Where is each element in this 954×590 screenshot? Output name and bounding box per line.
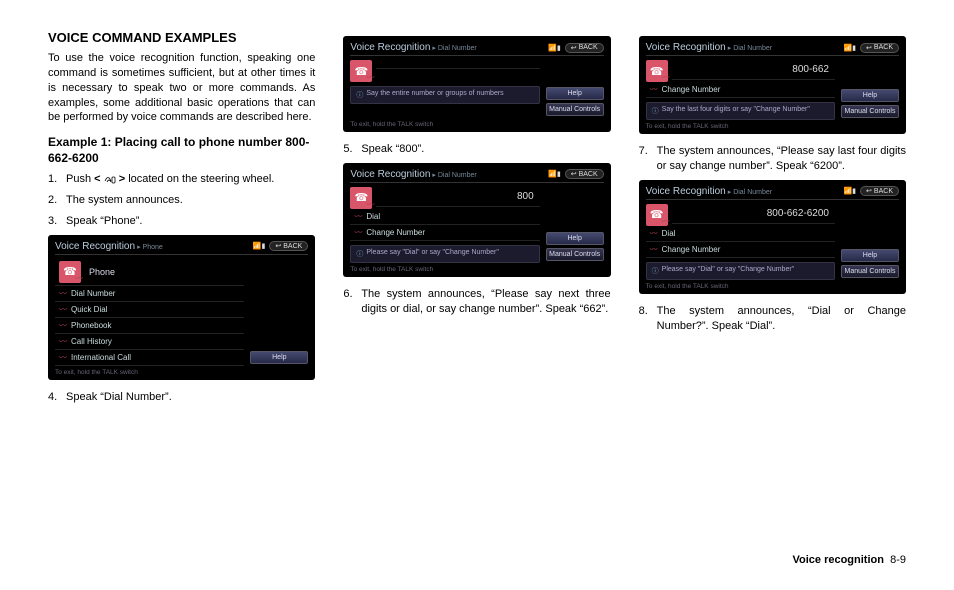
step-5: 5.Speak “800”. [343, 142, 610, 157]
voice-hint: ⓘSay the last four digits or say "Change… [646, 102, 835, 120]
back-button[interactable]: ↩BACK [860, 186, 899, 196]
intro-paragraph: To use the voice recognition function, s… [48, 51, 315, 125]
menu-item[interactable]: 〰Phonebook [55, 318, 244, 334]
phone-app-icon: ☎ [350, 187, 372, 209]
menu-item[interactable]: 〰Call History [55, 334, 244, 350]
help-button[interactable]: Help [546, 232, 604, 245]
voice-hint: ⓘSay the entire number or groups of numb… [350, 86, 539, 104]
back-button[interactable]: ↩BACK [860, 43, 899, 53]
number-display: 800 [376, 187, 539, 207]
manual-controls-button[interactable]: Manual Controls [841, 265, 899, 278]
step-1: 1. Push < > located on the steering whee… [48, 172, 315, 187]
phone-app-icon: ☎ [350, 60, 372, 82]
menu-item[interactable]: 〰Change Number [646, 82, 835, 98]
page-footer: Voice recognition 8-9 [792, 554, 906, 566]
help-button[interactable]: Help [841, 89, 899, 102]
help-button[interactable]: Help [841, 249, 899, 262]
phone-app-icon: ☎ [646, 204, 668, 226]
phone-app-icon: ☎ [646, 60, 668, 82]
menu-item[interactable]: 〰Dial [350, 209, 539, 225]
help-button[interactable]: Help [546, 87, 604, 100]
menu-item[interactable]: 〰Change Number [646, 242, 835, 258]
voice-hint: ⓘPlease say "Dial" or say "Change Number… [350, 245, 539, 263]
step-8: 8.The system announces, “Dial or Change … [639, 304, 906, 334]
manual-controls-button[interactable]: Manual Controls [546, 103, 604, 116]
back-arrow-icon: ↩ [571, 44, 577, 52]
step-2: 2.The system announces. [48, 193, 315, 208]
example-heading: Example 1: Placing call to phone number … [48, 135, 315, 166]
screen-phone-menu: Voice Recognition▸ Phone 📶▮↩BACK ☎Phone … [48, 235, 315, 380]
number-display: 800-662 [672, 60, 835, 80]
signal-icon: 📶▮ [548, 170, 561, 178]
signal-icon: 📶▮ [843, 44, 856, 52]
menu-item[interactable]: 〰Quick Dial [55, 302, 244, 318]
talk-icon [104, 175, 116, 185]
screen-dial-empty: Voice Recognition▸ Dial Number 📶▮↩BACK ☎… [343, 36, 610, 132]
menu-item[interactable]: 〰Dial [646, 226, 835, 242]
signal-icon: 📶▮ [843, 187, 856, 195]
menu-item[interactable]: 〰International Call [55, 350, 244, 366]
screen-dial-full: Voice Recognition▸ Dial Number 📶▮↩BACK ☎… [639, 180, 906, 294]
menu-item[interactable]: 〰Dial Number [55, 286, 244, 302]
info-icon: ⓘ [356, 90, 363, 100]
back-button[interactable]: ↩BACK [565, 169, 604, 179]
step-4: 4.Speak “Dial Number”. [48, 390, 315, 405]
voice-hint: ⓘPlease say "Dial" or say "Change Number… [646, 262, 835, 280]
signal-icon: 📶▮ [253, 242, 266, 250]
signal-icon: 📶▮ [548, 44, 561, 52]
manual-controls-button[interactable]: Manual Controls [841, 105, 899, 118]
back-arrow-icon: ↩ [866, 44, 872, 52]
menu-item[interactable]: 〰Change Number [350, 225, 539, 241]
info-icon: ⓘ [356, 249, 363, 259]
manual-controls-button[interactable]: Manual Controls [546, 248, 604, 261]
screen-dial-800-662: Voice Recognition▸ Dial Number 📶▮↩BACK ☎… [639, 36, 906, 134]
back-button[interactable]: ↩BACK [269, 241, 308, 251]
back-arrow-icon: ↩ [275, 242, 281, 250]
help-button[interactable]: Help [250, 351, 308, 364]
section-heading: VOICE COMMAND EXAMPLES [48, 30, 315, 45]
back-arrow-icon: ↩ [571, 170, 577, 178]
step-6: 6.The system announces, “Please say next… [343, 287, 610, 317]
back-arrow-icon: ↩ [866, 187, 872, 195]
number-display [376, 60, 539, 69]
step-3: 3.Speak “Phone”. [48, 214, 315, 229]
step-7: 7.The system announces, “Please say last… [639, 144, 906, 174]
info-icon: ⓘ [652, 266, 659, 276]
screen-dial-800: Voice Recognition▸ Dial Number 📶▮↩BACK ☎… [343, 163, 610, 277]
phone-app-icon: ☎ [59, 261, 81, 283]
info-icon: ⓘ [652, 106, 659, 116]
number-display: 800-662-6200 [672, 204, 835, 224]
back-button[interactable]: ↩BACK [565, 43, 604, 53]
screen-footer-hint: To exit, hold the TALK switch [55, 369, 308, 376]
